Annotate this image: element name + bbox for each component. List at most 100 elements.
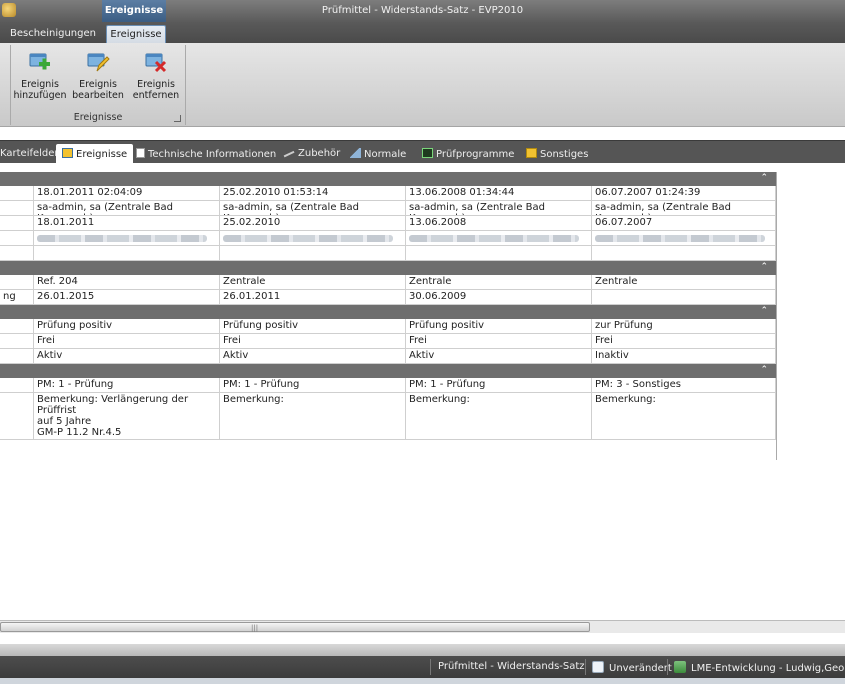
table-cell[interactable]: Prüfung positiv <box>220 319 406 333</box>
table-cell[interactable]: PM: 1 - Prüfung <box>220 378 406 392</box>
edit-event-button[interactable]: Ereignis bearbeiten <box>70 51 126 101</box>
document-tab-bar: Karteifelder Ereignisse Technische Infor… <box>0 140 845 164</box>
ribbon-tab-bescheinigungen[interactable]: Bescheinigungen <box>10 25 96 43</box>
table-cell[interactable]: 26.01.2015 <box>34 290 220 304</box>
section-header[interactable]: ⌃ <box>0 172 776 186</box>
table-cell[interactable]: Zentrale <box>592 275 776 289</box>
section-header[interactable]: ⌃ <box>0 305 776 319</box>
redacted-text <box>37 235 207 242</box>
grip-icon: ||| <box>251 624 259 632</box>
table-cell[interactable]: Ref. 204 <box>34 275 220 289</box>
table-cell[interactable]: PM: 3 - Sonstiges <box>592 378 776 392</box>
event-remove-icon <box>143 51 169 75</box>
redacted-cell[interactable] <box>34 231 220 245</box>
table-cell[interactable]: PM: 1 - Prüfung <box>406 378 592 392</box>
remove-event-button[interactable]: Ereignis entfernen <box>128 51 184 101</box>
table-row[interactable]: sa-admin, sa (Zentrale Bad Kreuznach) sa… <box>0 201 776 216</box>
table-cell[interactable] <box>592 246 776 260</box>
table-cell[interactable] <box>406 246 592 260</box>
table-cell[interactable]: Bemerkung: <box>220 393 406 439</box>
chevron-up-icon[interactable]: ⌃ <box>760 306 768 316</box>
table-cell[interactable]: PM: 1 - Prüfung <box>34 378 220 392</box>
table-cell[interactable] <box>592 290 776 304</box>
table-cell[interactable]: Bemerkung: <box>406 393 592 439</box>
tab-karteifelder[interactable]: Karteifelder <box>0 144 65 164</box>
tab-sonstiges[interactable]: Sonstiges <box>520 144 594 164</box>
redacted-cell[interactable] <box>592 231 776 245</box>
ribbon-tab-bar: Bescheinigungen Ereignisse <box>0 22 845 43</box>
status-user-label: LME-Entwicklung - Ludwig,Georg <box>691 663 845 674</box>
table-cell[interactable]: 13.06.2008 01:34:44 <box>406 186 592 200</box>
row-label <box>0 231 34 245</box>
table-cell[interactable]: Frei <box>34 334 220 348</box>
table-cell[interactable]: zur Prüfung <box>592 319 776 333</box>
table-cell[interactable]: sa-admin, sa (Zentrale Bad Kreuznach) <box>406 201 592 215</box>
table-cell[interactable]: sa-admin, sa (Zentrale Bad Kreuznach) <box>592 201 776 215</box>
table-cell[interactable] <box>220 246 406 260</box>
tab-technische-informationen[interactable]: Technische Informationen <box>130 144 282 164</box>
table-row[interactable]: Ref. 204 Zentrale Zentrale Zentrale <box>0 275 776 290</box>
table-cell[interactable]: Frei <box>220 334 406 348</box>
document-state-icon <box>592 661 604 673</box>
redacted-cell[interactable] <box>406 231 592 245</box>
status-bar: Prüfmittel - Widerstands-Satz Unveränder… <box>0 656 845 678</box>
event-add-icon <box>27 51 53 75</box>
table-cell[interactable]: sa-admin, sa (Zentrale Bad Kreuznach) <box>220 201 406 215</box>
table-cell[interactable]: 25.02.2010 01:53:14 <box>220 186 406 200</box>
tab-normale[interactable]: Normale <box>344 144 412 164</box>
chevron-up-icon[interactable]: ⌃ <box>760 173 768 183</box>
table-cell[interactable]: Prüfung positiv <box>34 319 220 333</box>
section-header[interactable]: ⌃ <box>0 364 776 378</box>
table-row-redacted[interactable] <box>0 231 776 246</box>
table-cell[interactable]: Prüfung positiv <box>406 319 592 333</box>
chevron-up-icon[interactable]: ⌃ <box>760 262 768 272</box>
ribbon-tab-ereignisse[interactable]: Ereignisse <box>106 25 166 43</box>
table-cell[interactable]: 18.01.2011 <box>34 216 220 230</box>
tab-pruefprogramme[interactable]: Prüfprogramme <box>416 144 520 164</box>
table-row[interactable]: Prüfung positiv Prüfung positiv Prüfung … <box>0 319 776 334</box>
table-cell[interactable]: sa-admin, sa (Zentrale Bad Kreuznach) <box>34 201 220 215</box>
table-cell[interactable]: 13.06.2008 <box>406 216 592 230</box>
row-label <box>0 378 34 392</box>
table-cell[interactable]: Aktiv <box>406 349 592 363</box>
table-cell[interactable]: Inaktiv <box>592 349 776 363</box>
horizontal-scrollbar[interactable]: ||| <box>0 620 845 633</box>
table-row[interactable]: PM: 1 - Prüfung PM: 1 - Prüfung PM: 1 - … <box>0 378 776 393</box>
table-row[interactable]: ng 26.01.2015 26.01.2011 30.06.2009 <box>0 290 776 305</box>
table-cell[interactable]: 18.01.2011 02:04:09 <box>34 186 220 200</box>
tab-label: Ereignisse <box>76 149 128 160</box>
table-row[interactable]: 18.01.2011 25.02.2010 13.06.2008 06.07.2… <box>0 216 776 231</box>
table-cell[interactable]: Bemerkung: Verlängerung der Prüffrist au… <box>34 393 220 439</box>
tab-ereignisse[interactable]: Ereignisse <box>56 144 134 164</box>
group-launcher-icon[interactable] <box>174 115 181 122</box>
redacted-cell[interactable] <box>220 231 406 245</box>
table-row-empty[interactable] <box>0 246 776 261</box>
table-cell[interactable]: 06.07.2007 01:24:39 <box>592 186 776 200</box>
redacted-text <box>409 235 579 242</box>
chevron-up-icon[interactable]: ⌃ <box>760 365 768 375</box>
redacted-text <box>223 235 393 242</box>
table-cell[interactable]: Bemerkung: <box>592 393 776 439</box>
table-cell[interactable]: Frei <box>406 334 592 348</box>
table-row[interactable]: Aktiv Aktiv Aktiv Inaktiv <box>0 349 776 364</box>
table-cell[interactable]: Frei <box>592 334 776 348</box>
table-cell[interactable]: Aktiv <box>220 349 406 363</box>
table-cell[interactable]: 26.01.2011 <box>220 290 406 304</box>
row-label <box>0 246 34 260</box>
table-cell[interactable]: 25.02.2010 <box>220 216 406 230</box>
table-cell[interactable]: Zentrale <box>220 275 406 289</box>
tab-label: Sonstiges <box>540 149 589 160</box>
add-event-button[interactable]: Ereignis hinzufügen <box>12 51 68 101</box>
table-cell[interactable]: 30.06.2009 <box>406 290 592 304</box>
tab-zubehoer[interactable]: Zubehör <box>278 144 346 164</box>
table-row[interactable]: Bemerkung: Verlängerung der Prüffrist au… <box>0 393 776 440</box>
tab-label: Prüfprogramme <box>436 149 515 160</box>
table-cell[interactable]: Aktiv <box>34 349 220 363</box>
scrollbar-thumb[interactable]: ||| <box>0 622 590 632</box>
table-row[interactable]: 18.01.2011 02:04:09 25.02.2010 01:53:14 … <box>0 186 776 201</box>
table-row[interactable]: Frei Frei Frei Frei <box>0 334 776 349</box>
table-cell[interactable]: Zentrale <box>406 275 592 289</box>
table-cell[interactable] <box>34 246 220 260</box>
section-header[interactable]: ⌃ <box>0 261 776 275</box>
table-cell[interactable]: 06.07.2007 <box>592 216 776 230</box>
